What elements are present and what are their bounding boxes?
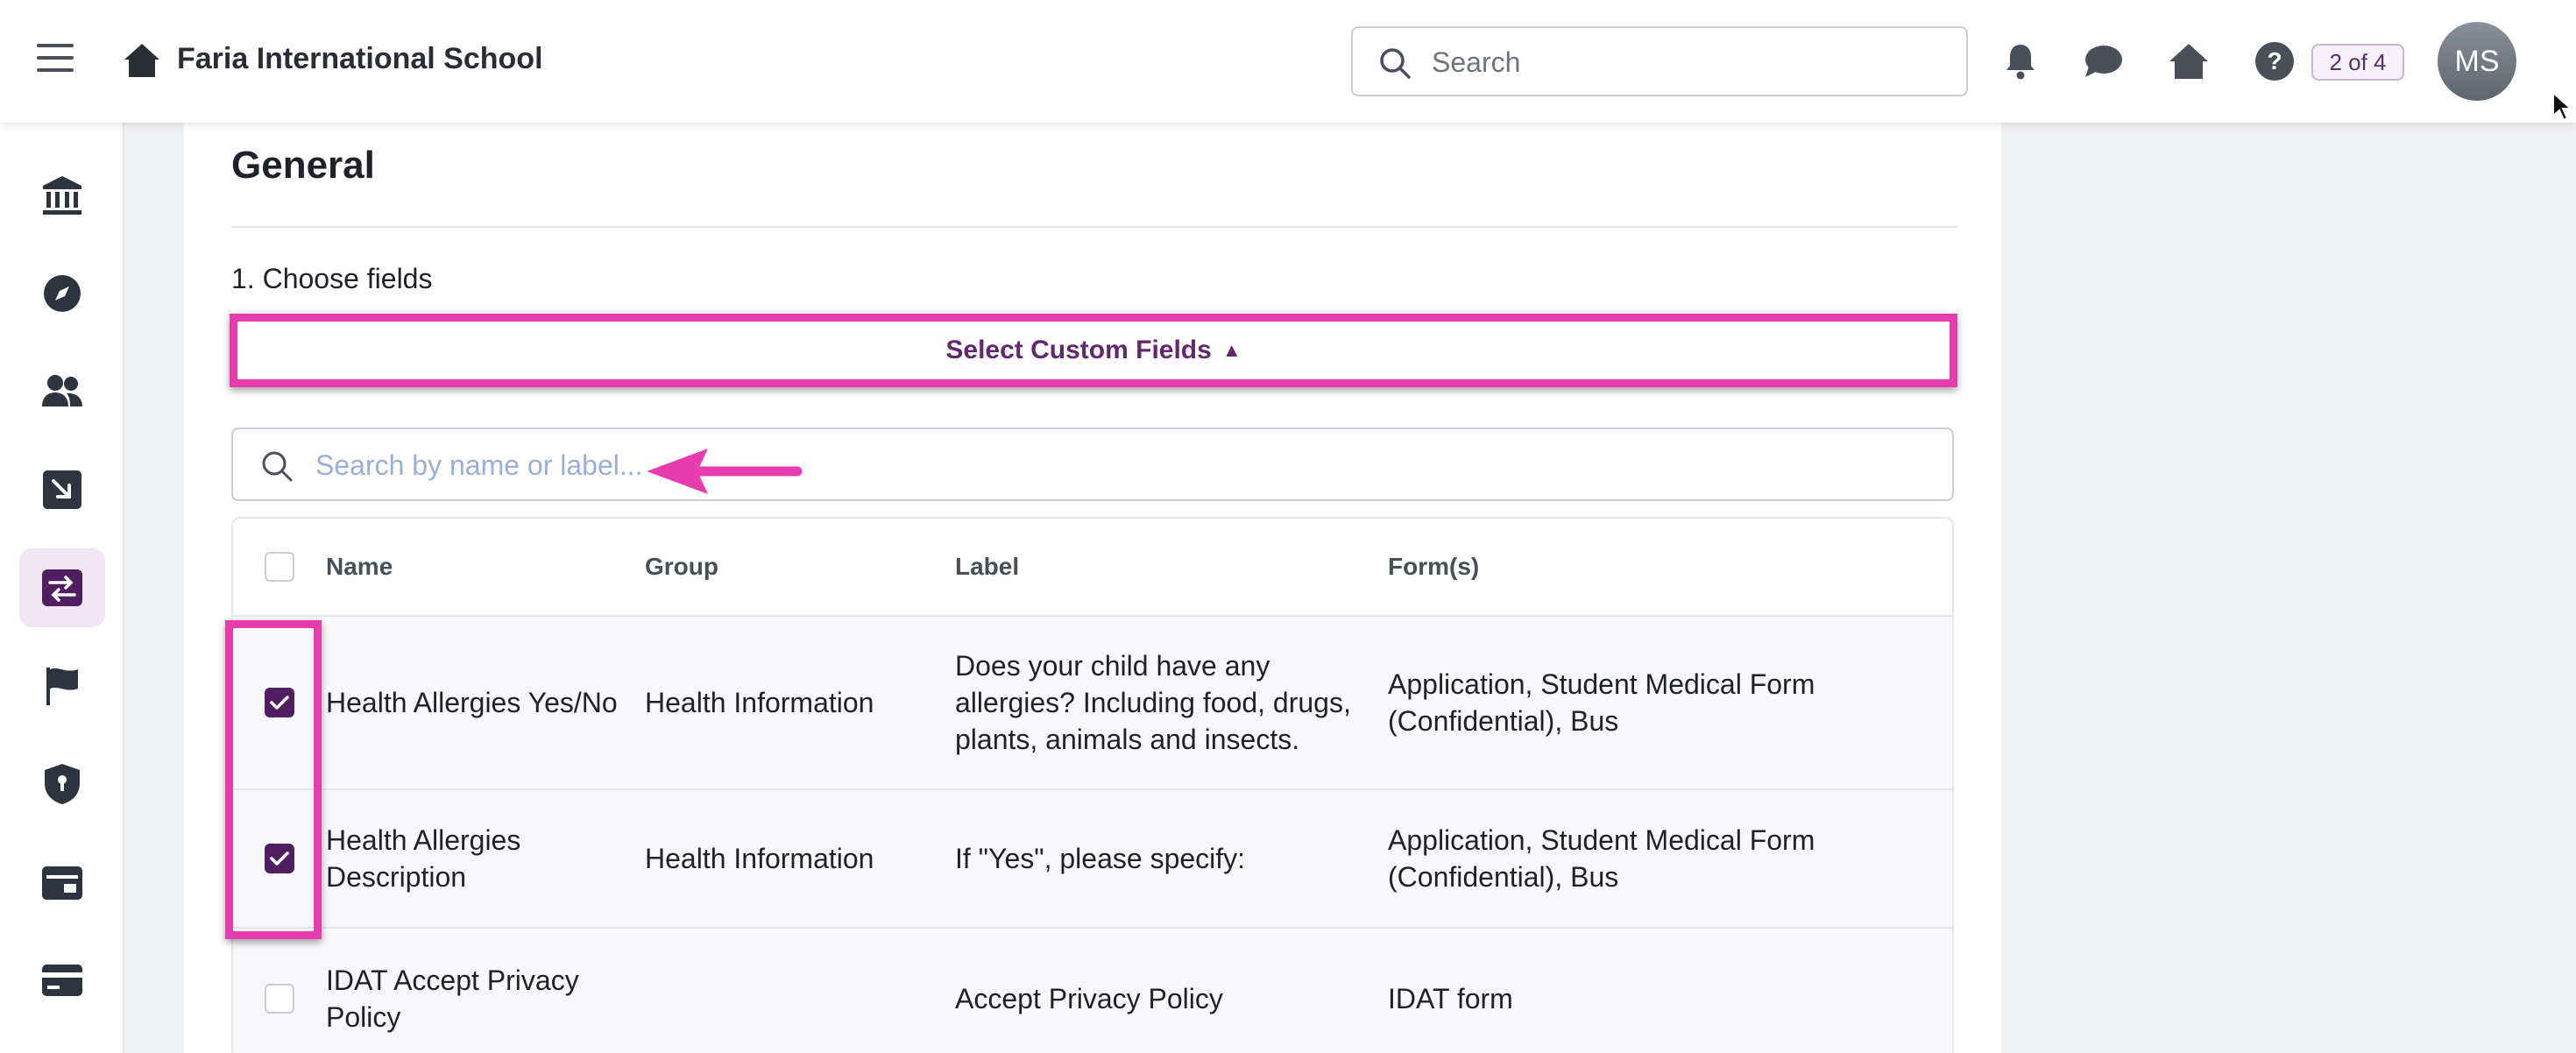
global-search[interactable]: [1351, 26, 1968, 96]
section-title: General: [231, 144, 375, 187]
chat-bubble-icon[interactable]: [2082, 40, 2124, 82]
field-search-input[interactable]: [315, 443, 1893, 487]
card-icon: [42, 965, 82, 996]
sidebar-item-data-transfer[interactable]: [19, 548, 105, 627]
divider: [231, 226, 1957, 228]
cell-group: Health Information: [645, 843, 874, 874]
select-all-checkbox[interactable]: [265, 552, 294, 582]
hamburger-menu-icon[interactable]: [37, 44, 74, 79]
mouse-cursor-icon: [2552, 91, 2573, 122]
table-row[interactable]: IDAT Accept Privacy Policy Accept Privac…: [233, 929, 1952, 1053]
sidebar-item-people[interactable]: [19, 352, 105, 431]
checkmark-icon: [270, 852, 289, 866]
people-icon: [42, 375, 82, 406]
cell-group: Health Information: [645, 687, 874, 718]
cell-forms: Application, Student Medical Form (Confi…: [1388, 824, 1815, 893]
home-icon[interactable]: [2168, 40, 2210, 82]
search-icon: [262, 451, 293, 482]
column-header-group[interactable]: Group: [645, 548, 943, 585]
flag-icon: [46, 668, 78, 705]
cell-forms: IDAT form: [1388, 983, 1513, 1014]
inbound-arrow-icon: [43, 470, 81, 509]
svg-text:?: ?: [2267, 47, 2282, 74]
table-header-row: Name Group Label Form(s): [233, 519, 1952, 617]
cell-name: Health Allergies Description: [326, 824, 521, 893]
home-icon[interactable]: [123, 42, 161, 79]
school-name[interactable]: Faria International School: [177, 42, 543, 76]
table-row[interactable]: Health Allergies Description Health Info…: [233, 790, 1952, 929]
sidebar-item-flag[interactable]: [19, 647, 105, 725]
cell-name: IDAT Accept Privacy Policy: [326, 965, 579, 1033]
cell-name: Health Allergies Yes/No: [326, 687, 618, 718]
custom-fields-table: Name Group Label Form(s) Health Allergie…: [231, 517, 1954, 1053]
sidebar-item-institution[interactable]: [19, 156, 105, 235]
search-icon: [1380, 48, 1411, 79]
help-icon[interactable]: ?: [2254, 40, 2296, 82]
cell-forms: Application, Student Medical Form (Confi…: [1388, 668, 1815, 737]
sidebar: [0, 123, 124, 1053]
annotation-arrow-icon: [647, 449, 803, 494]
select-custom-fields-button[interactable]: Select Custom Fields ▲: [230, 314, 1957, 387]
cell-label: Does your child have any allergies? Incl…: [955, 650, 1351, 755]
data-transfer-icon: [42, 569, 82, 606]
checkmark-icon: [270, 696, 289, 710]
sidebar-item-security[interactable]: [19, 745, 105, 823]
field-search[interactable]: [231, 428, 1954, 501]
main-panel: General 1. Choose fields Select Custom F…: [184, 123, 2001, 1053]
page-counter-badge[interactable]: 2 of 4: [2311, 44, 2404, 81]
cell-label: Accept Privacy Policy: [955, 983, 1223, 1014]
top-bar: Faria International School ? 2 of 4 MS: [0, 0, 2576, 123]
column-header-name[interactable]: Name: [326, 548, 624, 585]
row-checkbox[interactable]: [265, 844, 294, 873]
bell-icon[interactable]: [1999, 40, 2042, 82]
calendar-icon: [42, 866, 82, 900]
sidebar-item-billing[interactable]: [19, 941, 105, 1020]
step-label: 1. Choose fields: [231, 263, 433, 294]
table-row[interactable]: Health Allergies Yes/No Health Informati…: [233, 617, 1952, 790]
row-checkbox[interactable]: [265, 984, 294, 1014]
compass-icon: [44, 275, 81, 312]
column-header-forms[interactable]: Form(s): [1388, 548, 1879, 585]
global-search-input[interactable]: [1432, 40, 1940, 84]
institution-icon: [43, 176, 81, 215]
sidebar-item-calendar[interactable]: [19, 843, 105, 922]
shield-keyhole-icon: [45, 764, 80, 804]
sidebar-item-explore[interactable]: [19, 254, 105, 333]
sidebar-item-inbound[interactable]: [19, 450, 105, 529]
row-checkbox[interactable]: [265, 688, 294, 717]
cell-label: If "Yes", please specify:: [955, 843, 1246, 874]
column-header-label[interactable]: Label: [955, 548, 1358, 585]
caret-up-icon: ▲: [1221, 339, 1242, 361]
user-avatar[interactable]: MS: [2438, 22, 2516, 101]
select-custom-fields-label: Select Custom Fields: [945, 336, 1212, 364]
